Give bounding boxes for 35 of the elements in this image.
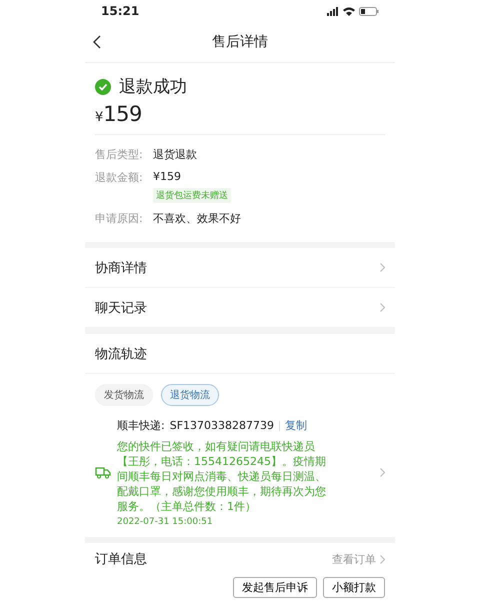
section-title: 物流轨迹	[95, 346, 147, 362]
action-button[interactable]: 小额打款	[323, 577, 385, 598]
tracking-time: 2022-07-31 15:00:51	[117, 517, 214, 527]
chevron-icon	[380, 554, 385, 564]
detail-value: 不喜欢、效果不好	[153, 211, 241, 226]
refund-status: 退款成功	[119, 76, 187, 98]
check-icon	[95, 78, 111, 94]
detail-label: 售后类型:	[95, 147, 144, 162]
logistics-tab[interactable]: 发货物流	[95, 384, 153, 406]
truck-icon	[95, 466, 111, 479]
detail-label: 申请原因:	[95, 211, 144, 226]
detail-value: 退货退款	[153, 147, 197, 162]
signal-icon	[327, 6, 339, 16]
currency-symbol: ¥	[95, 110, 104, 125]
battery-icon	[359, 6, 379, 16]
copy-link[interactable]: 复制	[285, 418, 308, 433]
detail-value: ¥159	[153, 170, 181, 183]
menu-item[interactable]: 协商详情	[95, 258, 147, 276]
logistics-tab[interactable]: 退货物流	[161, 384, 219, 406]
carrier-label: 顺丰快递:	[117, 418, 165, 433]
status-time: 15:21	[101, 4, 140, 18]
chevron-icon	[380, 263, 385, 272]
menu-item[interactable]: 聊天记录	[95, 298, 147, 316]
wifi-icon	[343, 6, 355, 16]
detail-label: 退款金额:	[95, 170, 144, 186]
section-title: 订单信息	[95, 551, 147, 568]
tracking-number: SF1370338287739	[170, 419, 274, 432]
refund-amount: 159	[103, 102, 142, 126]
back-icon[interactable]	[93, 35, 101, 49]
page-title: 售后详情	[212, 33, 268, 51]
tracking-message: 您的快件已签收，如有疑问请电联快递员【王彤，电话：15541265245】。疫情期间顺丰每日对网点消毒、快递员每日测温、配戴口罩，感谢您使用顺丰，期待再次为您服务。（主单总件数：1件）	[117, 439, 327, 514]
chevron-icon	[380, 468, 385, 477]
action-button[interactable]: 发起售后申诉	[233, 577, 317, 598]
chevron-icon	[380, 303, 385, 312]
note-tag: 退货包运费未赠送	[153, 188, 231, 203]
